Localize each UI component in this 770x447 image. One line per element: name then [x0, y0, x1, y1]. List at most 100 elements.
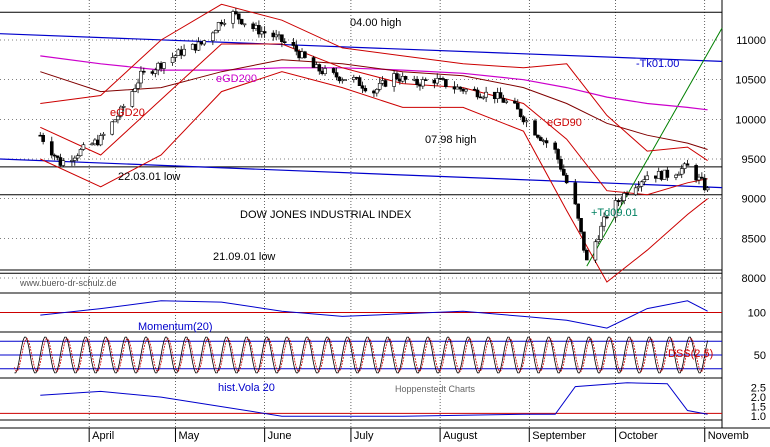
candle-body — [136, 82, 140, 89]
candle-body — [524, 120, 529, 123]
candle-body — [559, 159, 563, 170]
candle-body — [415, 78, 419, 85]
candle-body — [280, 34, 284, 43]
candle-body — [441, 78, 445, 80]
candle-body — [392, 73, 396, 87]
candle-body — [357, 77, 362, 87]
candle-body — [561, 168, 566, 176]
candle-body — [153, 69, 158, 74]
candle-body — [564, 174, 569, 184]
candle-body — [55, 155, 60, 158]
candle-body — [383, 80, 388, 87]
candle-body — [75, 155, 80, 159]
candle-body — [665, 169, 670, 178]
candle-body — [625, 192, 629, 195]
candle-body — [262, 31, 267, 34]
hline-label-22-03-01-low: 22.03.01 low — [118, 171, 180, 183]
label-egd90: eGD90 — [547, 117, 582, 129]
candle-body — [622, 192, 626, 201]
month-label: July — [354, 430, 374, 442]
candle-body — [291, 42, 296, 46]
candle-body — [403, 76, 408, 80]
candle-body — [518, 108, 523, 117]
candle-body — [464, 88, 468, 92]
candle-body — [360, 85, 365, 89]
candle-body — [513, 100, 517, 104]
candle-body — [423, 79, 428, 81]
candle-body — [475, 89, 480, 98]
candle-body — [323, 68, 327, 75]
candle-body — [639, 181, 644, 187]
month-label: August — [443, 430, 477, 442]
candle-body — [52, 154, 57, 157]
candle-body — [444, 79, 448, 87]
candle-body — [478, 96, 483, 99]
candle-body — [303, 51, 307, 58]
candle-body — [398, 78, 402, 82]
candle-body — [682, 163, 687, 169]
dss-label: DSS(2,5) — [668, 348, 713, 360]
candle-body — [438, 78, 442, 80]
candle-body — [202, 40, 207, 45]
candle-body — [582, 231, 586, 251]
hline-label-21-09-01-low: 21.09.01 low — [213, 251, 275, 263]
candle-body — [599, 225, 603, 240]
candle-body — [395, 73, 399, 80]
candle-body — [435, 78, 440, 84]
chart-svg: 8000850090009500100001050011000100501.01… — [0, 0, 770, 442]
candle-body — [190, 43, 195, 50]
candle-body — [380, 80, 385, 84]
label-egd20: eGD20 — [110, 107, 145, 119]
candle-body — [596, 239, 601, 243]
candle-body — [251, 23, 255, 29]
vola-label: hist.Vola 20 — [218, 382, 275, 394]
candle-body — [222, 22, 227, 25]
candle-body — [317, 64, 322, 72]
price-tick-label: 10500 — [735, 75, 766, 87]
label-td: +Td09.01 — [591, 207, 638, 219]
candle-body — [400, 76, 405, 82]
candle-body — [579, 218, 583, 233]
candle-body — [110, 121, 114, 135]
source-label: Hoppenstedt Charts — [395, 384, 476, 394]
candle-body — [504, 100, 509, 103]
candle-body — [498, 92, 503, 99]
candle-body — [311, 57, 316, 68]
candle-body — [213, 30, 218, 34]
candle-body — [585, 250, 589, 261]
candle-body — [700, 176, 704, 179]
candle-body — [340, 79, 345, 82]
candle-body — [573, 182, 578, 205]
candle-body — [541, 140, 546, 142]
candle-body — [334, 72, 339, 78]
candle-body — [277, 34, 281, 37]
candle-body — [521, 116, 526, 123]
momentum-label: Momentum(20) — [138, 321, 213, 333]
month-label: September — [532, 430, 586, 442]
candle-body — [61, 160, 66, 166]
candle-body — [705, 187, 710, 191]
candle-body — [170, 57, 175, 63]
candle-body — [72, 157, 77, 161]
candle-body — [363, 88, 368, 92]
candle-body — [156, 62, 161, 71]
candle-body — [139, 70, 143, 84]
candle-body — [662, 169, 667, 180]
candle-body — [458, 86, 463, 90]
candle-body — [556, 149, 560, 160]
price-tick-label: 8000 — [742, 273, 766, 285]
candle-body — [633, 187, 638, 195]
candle-body — [553, 142, 557, 150]
candle-body — [501, 97, 506, 103]
candle-body — [484, 91, 488, 98]
candle-body — [159, 62, 163, 69]
candle-body — [282, 41, 287, 44]
candle-body — [337, 76, 342, 82]
candle-body — [354, 77, 359, 79]
candle-body — [211, 32, 215, 41]
price-tick-label: 8500 — [742, 233, 766, 245]
candle-body — [533, 120, 537, 136]
candle-body — [421, 79, 425, 87]
candle-body — [492, 91, 497, 100]
candle-body — [352, 77, 356, 80]
